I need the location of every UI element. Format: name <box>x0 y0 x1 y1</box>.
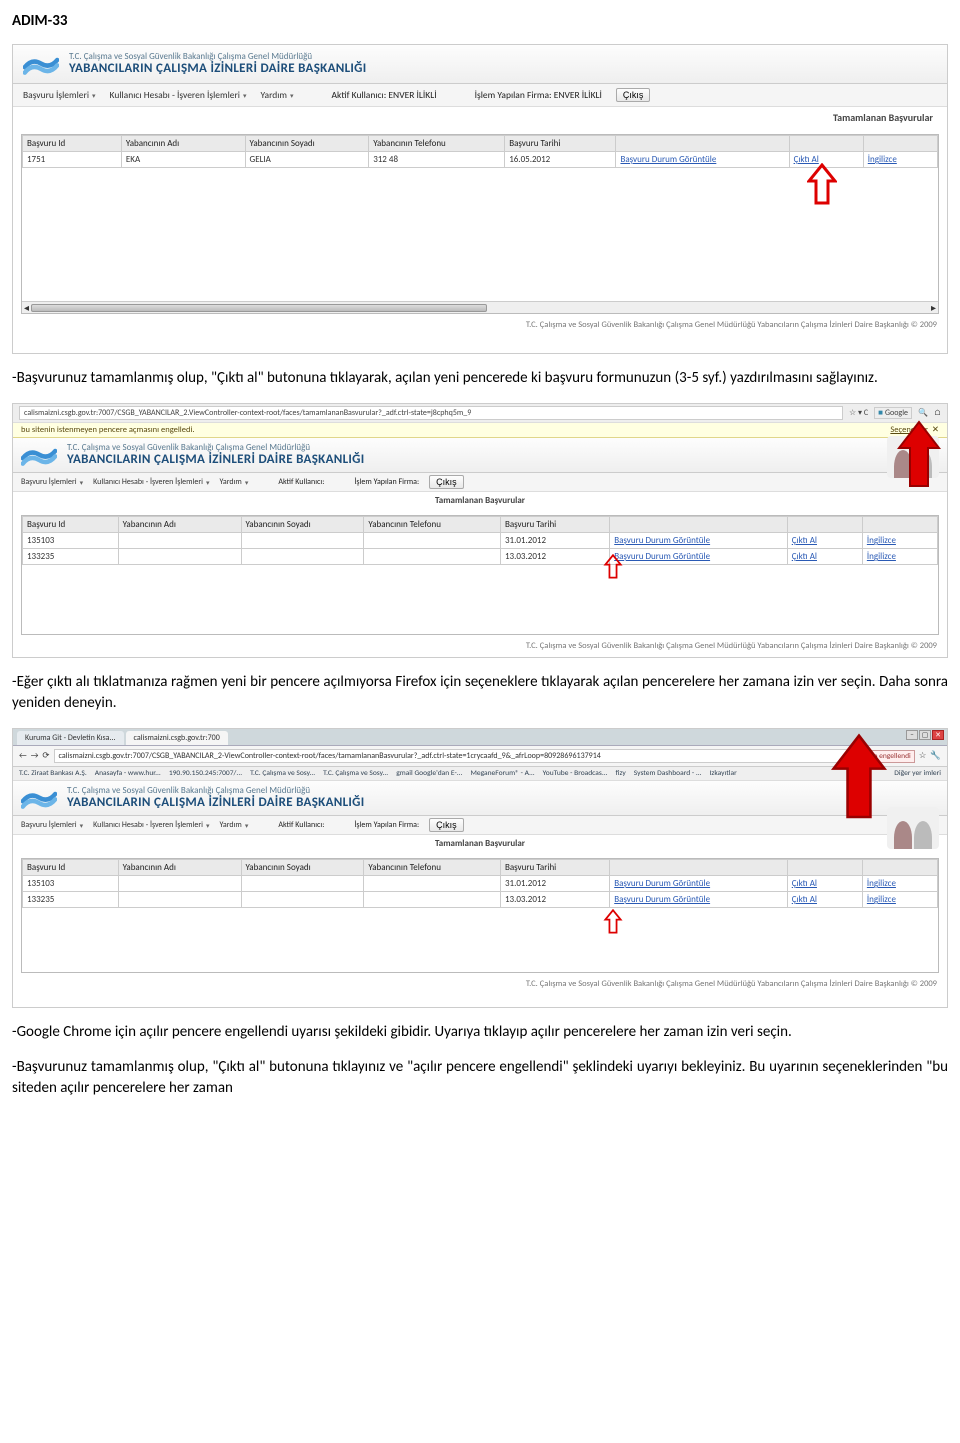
menu-kullanici[interactable]: Kullanıcı Hesabı - İşveren İşlemleri <box>93 820 209 830</box>
link-cikti[interactable]: Çıktı Al <box>787 876 862 892</box>
footer: T.C. Çalışma ve Sosyal Güvenlik Bakanlığ… <box>13 973 947 993</box>
link-cikti[interactable]: Çıktı Al <box>787 533 862 549</box>
scrollbar[interactable]: ◂▸ <box>22 301 938 313</box>
ministry-logo-icon <box>21 442 57 468</box>
paragraph-4: -Başvurunuz tamamlanmış olup, "Çıktı al"… <box>12 1057 948 1099</box>
link-durum[interactable]: Başvuru Durum Görüntüle <box>610 549 788 565</box>
menu-kullanici[interactable]: Kullanıcı Hesabı - İşveren İşlemleri <box>93 477 209 487</box>
link-durum[interactable]: Başvuru Durum Görüntüle <box>616 152 789 168</box>
menu-basvuru[interactable]: Başvuru İşlemleri <box>21 477 83 487</box>
footer: T.C. Çalışma ve Sosyal Güvenlik Bakanlığ… <box>13 314 947 334</box>
th-id: Başvuru Id <box>23 136 122 152</box>
menu-basvuru[interactable]: Başvuru İşlemleri <box>23 89 96 101</box>
link-ing[interactable]: İngilizce <box>863 152 937 168</box>
link-ing[interactable]: İngilizce <box>862 533 937 549</box>
firm-label: İşlem Yapılan Firma: ENVER İLİKLİ <box>475 89 602 101</box>
table-row: 13323513.03.2012 Başvuru Durum Görüntüle… <box>23 892 938 908</box>
red-arrow-icon <box>897 420 941 490</box>
table-row: 13323513.03.2012 Başvuru Durum Görüntüle… <box>23 549 938 565</box>
screenshot-3: –▢✕ Kuruma Git - Devletin Kısa... calism… <box>12 728 948 1008</box>
window-buttons[interactable]: –▢✕ <box>906 730 944 740</box>
active-user-label: Aktif Kullanıcı: ENVER İLİKLİ <box>332 89 437 101</box>
table-row: 13510331.01.2012 Başvuru Durum Görüntüle… <box>23 533 938 549</box>
sub-header: Tamamlanan Başvurular <box>13 835 947 852</box>
back-icon[interactable]: ← <box>19 751 27 761</box>
applications-table: Başvuru IdYabancının AdıYabancının Soyad… <box>21 858 939 973</box>
red-arrow-icon <box>603 909 623 935</box>
active-user-label: Aktif Kullanıcı: <box>278 820 324 830</box>
link-durum[interactable]: Başvuru Durum Görüntüle <box>610 533 788 549</box>
paragraph-3: -Google Chrome için açılır pencere engel… <box>12 1022 948 1043</box>
th-tel: Yabancının Telefonu <box>369 136 505 152</box>
th-tarih: Başvuru Tarihi <box>505 136 616 152</box>
menu-yardim[interactable]: Yardım <box>261 89 294 101</box>
table-row: 13510331.01.2012 Başvuru Durum Görüntüle… <box>23 876 938 892</box>
screenshot-2: calismaizni.csgb.gov.tr:7007/CSGB_YABANC… <box>12 403 948 658</box>
th-ad: Yabancının Adı <box>121 136 245 152</box>
red-arrow-icon <box>603 554 623 580</box>
ministry-logo-icon <box>21 785 57 811</box>
bookmarks-bar: T.C. Ziraat Bankası A.Ş. Anasayfa - www.… <box>13 767 947 781</box>
applications-table: Başvuru IdYabancının AdıYabancının Soyad… <box>21 515 939 635</box>
footer: T.C. Çalışma ve Sosyal Güvenlik Bakanlığ… <box>13 635 947 655</box>
link-cikti[interactable]: Çıktı Al <box>787 892 862 908</box>
exit-button[interactable]: Çıkış <box>429 818 464 832</box>
paragraph-2: -Eğer çıktı alı tıklatmanıza rağmen yeni… <box>12 672 948 714</box>
ministry-logo-icon <box>23 51 59 77</box>
table-row: 1751 EKA GELIA 312 48 16.05.2012 Başvuru… <box>23 152 938 168</box>
url-field[interactable]: calismaizni.csgb.gov.tr:7007/CSGB_YABANC… <box>19 406 843 420</box>
popup-blocked-bar: bu sitenin istenmeyen pencere açmasını e… <box>13 423 947 438</box>
link-ing[interactable]: İngilizce <box>862 876 937 892</box>
menu-basvuru[interactable]: Başvuru İşlemleri <box>21 820 83 830</box>
sub-header: Tamamlanan Başvurular <box>13 492 947 509</box>
link-ing[interactable]: İngilizce <box>862 549 937 565</box>
dept-name: YABANCILARIN ÇALIŞMA İZİNLERİ DAİRE BAŞK… <box>67 796 365 810</box>
th-soyad: Yabancının Soyadı <box>245 136 369 152</box>
fwd-icon[interactable]: → <box>31 751 39 761</box>
dept-name: YABANCILARIN ÇALIŞMA İZİNLERİ DAİRE BAŞK… <box>67 453 365 467</box>
chrome-tab[interactable]: Kuruma Git - Devletin Kısa... <box>17 731 124 745</box>
step-title: ADIM-33 <box>12 12 948 30</box>
chrome-tab[interactable]: calismaizni.csgb.gov.tr:700 <box>126 731 228 745</box>
link-durum[interactable]: Başvuru Durum Görüntüle <box>610 892 788 908</box>
menu-yardim[interactable]: Yardım <box>219 820 248 830</box>
firm-label: İşlem Yapılan Firma: <box>354 820 419 830</box>
exit-button[interactable]: Çıkış <box>616 88 651 102</box>
red-arrow-icon <box>831 733 887 797</box>
menu-yardim[interactable]: Yardım <box>219 477 248 487</box>
url-field[interactable]: calismaizni.csgb.gov.tr:7007/CSGB_YABANC… <box>54 749 848 763</box>
menu-kullanici[interactable]: Kullanıcı Hesabı - İşveren İşlemleri <box>110 89 247 101</box>
applications-table: Başvuru Id Yabancının Adı Yabancının Soy… <box>21 134 939 314</box>
reload-icon[interactable]: ⟳ <box>42 751 49 761</box>
screenshot-1: T.C. Çalışma ve Sosyal Güvenlik Bakanlığ… <box>12 44 948 354</box>
firm-label: İşlem Yapılan Firma: <box>354 477 419 487</box>
people-photo <box>887 807 939 849</box>
dept-name: YABANCILARIN ÇALIŞMA İZİNLERİ DAİRE BAŞK… <box>69 62 367 76</box>
exit-button[interactable]: Çıkış <box>429 475 464 489</box>
paragraph-1: -Başvurunuz tamamlanmış olup, "Çıktı al"… <box>12 368 948 389</box>
red-arrow-icon <box>807 163 837 207</box>
link-durum[interactable]: Başvuru Durum Görüntüle <box>610 876 788 892</box>
link-ing[interactable]: İngilizce <box>862 892 937 908</box>
sub-header: Tamamlanan Başvurular <box>13 107 947 126</box>
link-cikti[interactable]: Çıktı Al <box>787 549 862 565</box>
active-user-label: Aktif Kullanıcı: <box>278 477 324 487</box>
